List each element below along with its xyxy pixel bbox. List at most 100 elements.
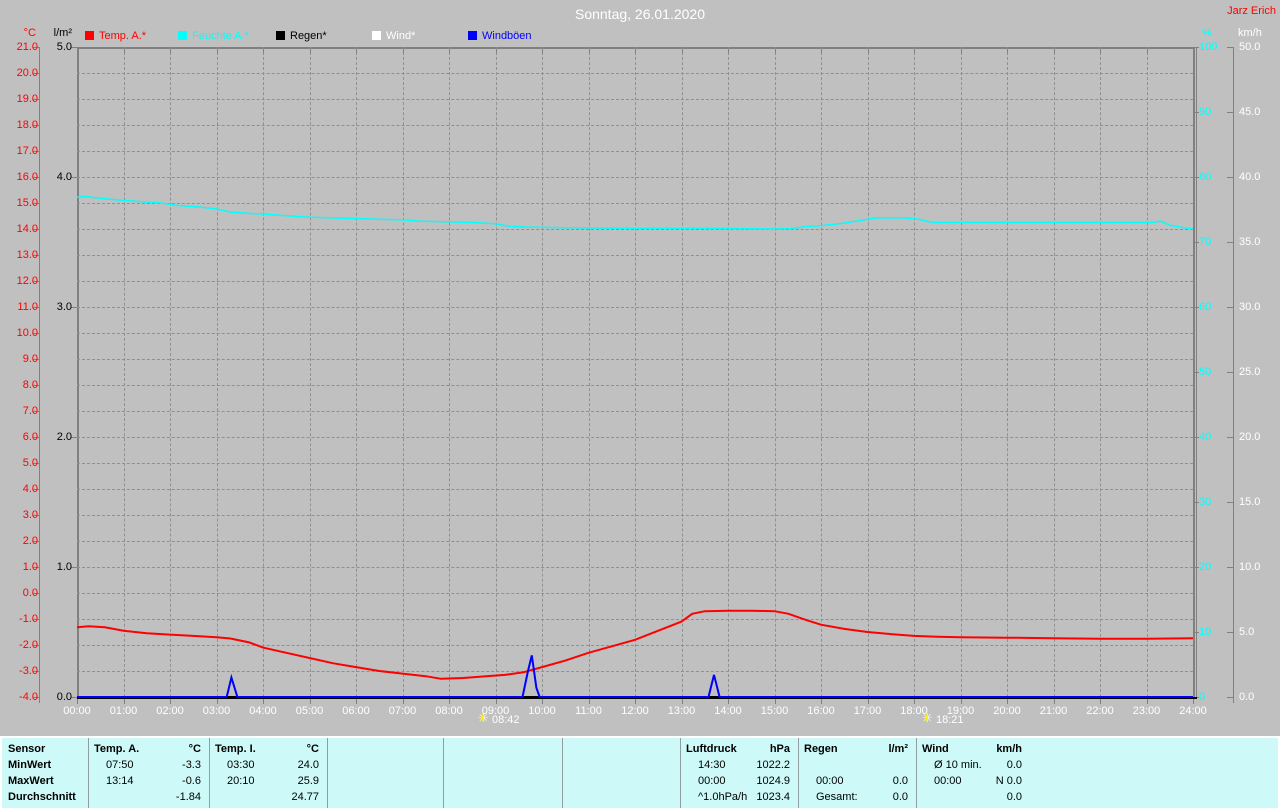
grid-line-vertical [217,47,218,697]
y-axis-label: 0.0 [1239,691,1273,703]
y-axis-label: 70 [1199,236,1229,248]
table-cell-value: 0.0 [798,791,908,804]
grid-line-vertical [449,47,450,697]
x-axis-label: 12:00 [612,705,658,717]
y-axis-label: 4.0 [6,483,38,495]
grid-line-horizontal [77,151,1193,152]
wind-axis-unit: km/h [1238,27,1262,40]
table-cell-value: 1024.9 [680,775,790,788]
x-axis-tick-top [124,49,125,53]
x-axis-tick-top [589,49,590,53]
y-axis-label: 50.0 [1239,41,1273,53]
grid-line-vertical [124,47,125,697]
grid-line-vertical [356,47,357,697]
x-axis-tick [77,699,78,704]
x-axis-label: 08:00 [426,705,472,717]
y-axis-label: 0.0 [44,691,72,703]
x-axis-tick [635,699,636,704]
sunrise-icon: ☀ [477,712,488,725]
y-axis-label: 21.0 [6,41,38,53]
y-axis-label: 18.0 [6,119,38,131]
x-axis-tick-top [1147,49,1148,53]
grid-line-horizontal [77,229,1193,230]
sunrise-time: 08:42 [492,714,520,727]
grid-line-horizontal [77,255,1193,256]
y-axis-label: 90 [1199,106,1229,118]
y-axis-label: 9.0 [6,353,38,365]
y-axis-label: 10.0 [6,327,38,339]
y-axis-label: 0.0 [6,587,38,599]
table-row-label: MinWert [8,759,51,772]
legend-item: Wind* [372,30,415,43]
legend-label: Regen* [290,30,327,42]
table-column-unit: l/m² [798,743,908,756]
grid-line-horizontal [77,177,1193,178]
y-axis-label: -2.0 [6,639,38,651]
grid-line-horizontal [77,463,1193,464]
y-axis-label: 14.0 [6,223,38,235]
x-axis-label: 07:00 [380,705,426,717]
x-axis-tick-top [1054,49,1055,53]
x-axis-tick-top [635,49,636,53]
y-axis-label: 45.0 [1239,106,1273,118]
legend-label: Temp. A.* [99,30,146,42]
grid-line-horizontal [77,99,1193,100]
x-axis-tick-top [356,49,357,53]
grid-line-vertical [682,47,683,697]
y-axis-label: 1.0 [44,561,72,573]
x-axis-tick-top [1100,49,1101,53]
y-axis-label: 17.0 [6,145,38,157]
x-axis-label: 16:00 [798,705,844,717]
x-axis-tick [682,699,683,704]
y-axis-label: 30.0 [1239,301,1273,313]
x-axis-tick-top [170,49,171,53]
legend-item: Regen* [276,30,327,43]
x-axis-tick [170,699,171,704]
y-axis-label: 0 [1199,691,1229,703]
grid-line-vertical [170,47,171,697]
legend-item: Windböen [468,30,532,43]
x-axis-tick [403,699,404,704]
x-axis-tick [1007,699,1008,704]
y-axis-label: 5.0 [6,457,38,469]
legend-swatch-icon [276,31,285,40]
table-cell-value: -0.6 [88,775,201,788]
table-column-unit: °C [209,743,319,756]
table-column-unit: hPa [680,743,790,756]
x-axis-label: 11:00 [566,705,612,717]
table-cell-value: 1023.4 [680,791,790,804]
x-axis-tick [821,699,822,704]
table-cell-value: 0.0 [916,791,1022,804]
grid-line-vertical [775,47,776,697]
y-axis-label: 60 [1199,301,1229,313]
temp-axis-line [39,47,40,703]
legend-item: Temp. A.* [85,30,146,43]
y-axis-label: 25.0 [1239,366,1273,378]
grid-line-vertical [403,47,404,697]
x-axis-tick [310,699,311,704]
grid-line-horizontal [77,593,1193,594]
station-owner-label: Jarz Erich [1227,5,1276,17]
y-axis-label: 80 [1199,171,1229,183]
x-axis-label: 20:00 [984,705,1030,717]
x-axis-label: 06:00 [333,705,379,717]
y-axis-label: 16.0 [6,171,38,183]
x-axis-label: 15:00 [752,705,798,717]
x-axis-label: 23:00 [1124,705,1170,717]
table-cell-value: 0.0 [916,759,1022,772]
legend-label: Feuchte A.* [192,30,249,42]
y-axis-label: 2.0 [6,535,38,547]
x-axis-baseline [77,697,1197,699]
x-axis-label: 04:00 [240,705,286,717]
legend-swatch-icon [372,31,381,40]
x-axis-label: 00:00 [54,705,100,717]
y-axis-label: 5.0 [1239,626,1273,638]
table-cell-value: 1022.2 [680,759,790,772]
table-cell-value: -3.3 [88,759,201,772]
grid-line-horizontal [77,307,1193,308]
x-axis-tick [961,699,962,704]
x-axis-tick [589,699,590,704]
grid-line-horizontal [77,437,1193,438]
grid-line-horizontal [77,203,1193,204]
x-axis-label: 01:00 [101,705,147,717]
